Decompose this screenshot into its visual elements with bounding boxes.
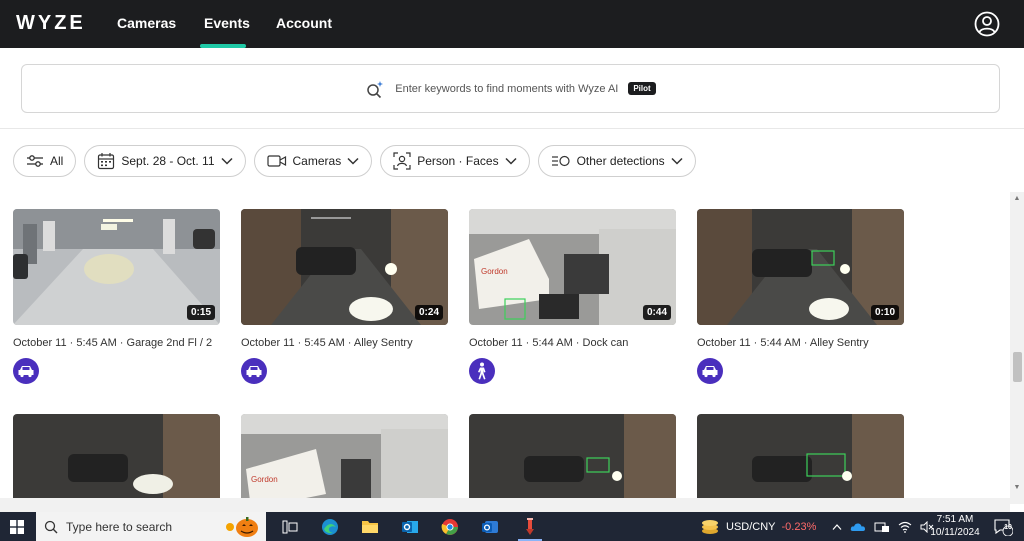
- taskbar-search-box[interactable]: Type here to search: [36, 512, 266, 541]
- halloween-pumpkin-icon: [226, 517, 258, 537]
- event-thumbnail[interactable]: 0:10: [697, 209, 904, 325]
- scroll-up-arrow[interactable]: ▲: [1013, 195, 1021, 203]
- chevron-down-icon: [505, 157, 517, 165]
- horizontal-scrollbar[interactable]: [0, 498, 1010, 512]
- sliders-icon: [27, 155, 43, 167]
- event-title: October 11 · 5:45 AM · Alley Sentry: [241, 337, 413, 349]
- duration-badge: 0:24: [414, 305, 443, 320]
- outlook-icon: [402, 520, 418, 533]
- search-icon: [44, 520, 58, 533]
- person-frame-icon: [393, 152, 411, 170]
- wyze-events-app: WYZE Cameras Events Account Enter keywor…: [0, 0, 1024, 512]
- account-icon[interactable]: [974, 11, 1000, 37]
- task-view-button[interactable]: [270, 512, 310, 541]
- date-range-dropdown[interactable]: Sept. 28 - Oct. 11: [84, 145, 246, 177]
- scroll-down-arrow[interactable]: ▼: [1013, 484, 1021, 492]
- detections-icon: [551, 155, 570, 167]
- taskbar-apps: [270, 512, 550, 541]
- notification-center-button[interactable]: 10: [988, 512, 1018, 541]
- onedrive-icon[interactable]: [850, 521, 866, 532]
- event-title: October 11 · 5:44 AM · Dock can: [469, 337, 629, 349]
- scroll-thumb[interactable]: [1013, 352, 1022, 382]
- person-icon: [469, 358, 495, 384]
- chrome-icon: [441, 518, 458, 535]
- clock-time: 7:51 AM: [936, 514, 974, 525]
- stock-widget[interactable]: USD/CNY -0.23%: [700, 512, 816, 541]
- cameras-label: Cameras: [292, 154, 342, 168]
- chevron-up-icon[interactable]: [832, 523, 842, 531]
- file-explorer-app[interactable]: [350, 512, 390, 541]
- vehicle-icon: [697, 358, 723, 384]
- ai-search-icon: [367, 80, 384, 98]
- outlook-new-app[interactable]: [470, 512, 510, 541]
- chevron-down-icon: [347, 157, 359, 165]
- stock-label: USD/CNY: [726, 520, 776, 533]
- clock-date: 10/11/2024: [930, 527, 980, 538]
- ai-search-section: Enter keywords to find moments with Wyze…: [0, 48, 1024, 129]
- duration-badge: 0:10: [870, 305, 899, 320]
- wifi-icon[interactable]: [898, 521, 912, 533]
- coins-icon: [702, 519, 718, 534]
- other-detections-dropdown[interactable]: Other detections: [537, 145, 696, 177]
- filter-all-button[interactable]: All: [13, 145, 77, 177]
- person-faces-label: Person · Faces: [417, 154, 499, 168]
- windows-start-button[interactable]: [0, 512, 33, 541]
- edge-icon: [322, 518, 338, 535]
- chevron-down-icon: [671, 157, 683, 165]
- wyze-app[interactable]: [510, 512, 550, 541]
- notification-count: 10: [1004, 524, 1012, 531]
- event-card[interactable]: 0:24 October 11 · 5:45 AM · Alley Sentry: [241, 209, 448, 384]
- person-faces-dropdown[interactable]: Person · Faces: [380, 145, 530, 177]
- system-tray: [832, 512, 934, 541]
- event-thumbnail[interactable]: Gordon 0:44: [469, 209, 676, 325]
- outlook-app[interactable]: [390, 512, 430, 541]
- calendar-icon: [98, 153, 115, 170]
- logo-text: WYZE: [16, 11, 86, 34]
- wyze-logo[interactable]: WYZE: [16, 12, 86, 34]
- vehicle-icon: [241, 358, 267, 384]
- taskbar-clock[interactable]: 7:51 AM 10/11/2024: [925, 513, 985, 539]
- filter-bar: All Sept. 28 - Oct. 11 Cameras Person · …: [13, 145, 696, 178]
- event-title: October 11 · 5:44 AM · Alley Sentry: [697, 337, 869, 349]
- ai-search-input[interactable]: Enter keywords to find moments with Wyze…: [21, 64, 1000, 113]
- pin-app-icon: [526, 517, 534, 535]
- filter-all-label: All: [50, 154, 64, 168]
- taskbar-search-placeholder: Type here to search: [66, 519, 173, 534]
- folder-icon: [362, 521, 378, 533]
- stock-change: -0.23%: [781, 520, 817, 533]
- outlook-new-icon: [482, 520, 498, 533]
- event-thumbnail[interactable]: 0:24: [241, 209, 448, 325]
- chrome-app[interactable]: [430, 512, 470, 541]
- windows-taskbar: Type here to search USD/CNY -0.23% 7:51 …: [0, 512, 1024, 541]
- cameras-dropdown[interactable]: Cameras: [253, 145, 373, 177]
- date-range-label: Sept. 28 - Oct. 11: [121, 154, 215, 168]
- nav-cameras[interactable]: Cameras: [117, 15, 176, 31]
- vehicle-icon: [13, 358, 39, 384]
- event-card[interactable]: 0:15 October 11 · 5:45 AM · Garage 2nd F…: [13, 209, 220, 384]
- duration-badge: 0:44: [642, 305, 671, 320]
- event-card[interactable]: Gordon 0:44 October 11 · 5:44 AM · Dock …: [469, 209, 676, 384]
- other-detections-label: Other detections: [576, 154, 665, 168]
- task-view-icon: [282, 520, 298, 533]
- pilot-badge: Pilot: [628, 82, 656, 95]
- search-placeholder: Enter keywords to find moments with Wyze…: [395, 82, 619, 95]
- windows-logo-icon: [9, 519, 24, 534]
- top-nav: WYZE Cameras Events Account: [0, 0, 1024, 48]
- chevron-down-icon: [220, 157, 233, 165]
- duration-badge: 0:15: [186, 305, 215, 320]
- event-title: October 11 · 5:45 AM · Garage 2nd Fl / 2: [13, 337, 213, 349]
- event-thumbnail[interactable]: 0:15: [13, 209, 220, 325]
- svg-text:Gordon: Gordon: [481, 267, 508, 276]
- vertical-scrollbar[interactable]: ▲ ▼: [1010, 192, 1024, 504]
- nav-account[interactable]: Account: [276, 15, 332, 31]
- camera-icon: [266, 155, 286, 167]
- device-icon[interactable]: [874, 521, 890, 533]
- edge-app[interactable]: [310, 512, 350, 541]
- nav-events[interactable]: Events: [204, 15, 250, 31]
- svg-text:Gordon: Gordon: [251, 475, 278, 484]
- event-card[interactable]: 0:10 October 11 · 5:44 AM · Alley Sentry: [697, 209, 904, 384]
